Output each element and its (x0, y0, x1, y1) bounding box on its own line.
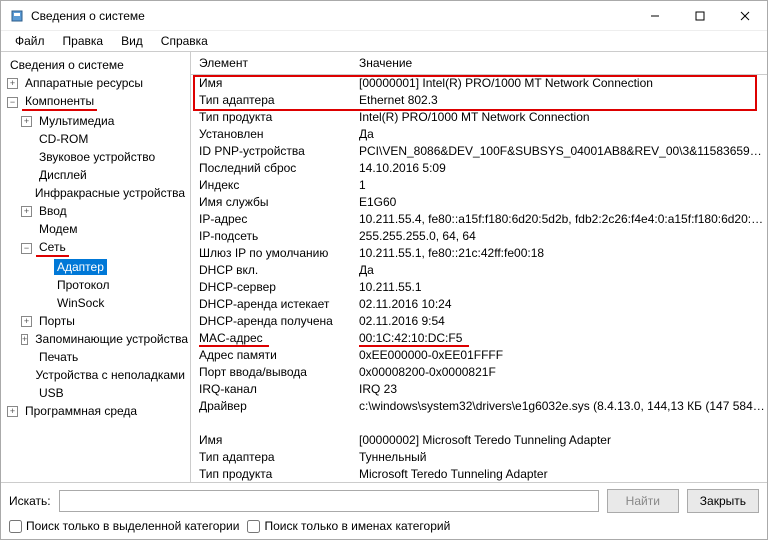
table-row[interactable]: Драйверc:\windows\system32\drivers\e1g60… (191, 398, 767, 415)
table-row[interactable]: УстановленДа (191, 126, 767, 143)
tree-modem[interactable]: Модем (3, 220, 188, 238)
tree-multimedia[interactable]: +Мультимедиа (3, 112, 188, 130)
collapse-icon[interactable]: − (7, 97, 18, 108)
tree-network[interactable]: −Сеть (3, 238, 188, 258)
tree-cdrom[interactable]: CD-ROM (3, 130, 188, 148)
tree-hardware[interactable]: +Аппаратные ресурсы (3, 74, 188, 92)
table-row[interactable]: DHCP-сервер10.211.55.1 (191, 279, 767, 296)
tree-adapter[interactable]: Адаптер (3, 258, 188, 276)
tree-sound[interactable]: Звуковое устройство (3, 148, 188, 166)
table-row[interactable]: Тип продуктаIntel(R) PRO/1000 MT Network… (191, 109, 767, 126)
tree-infrared[interactable]: Инфракрасные устройства (3, 184, 188, 202)
expand-icon[interactable]: + (21, 116, 32, 127)
table-row[interactable]: IP-подсеть255.255.255.0, 64, 64 (191, 228, 767, 245)
window-title: Сведения о системе (31, 9, 632, 23)
table-row[interactable]: DHCP-аренда истекает02.11.2016 10:24 (191, 296, 767, 313)
column-element[interactable]: Элемент (191, 52, 351, 74)
maximize-button[interactable] (677, 1, 722, 30)
expand-icon[interactable]: + (21, 206, 32, 217)
table-row[interactable]: IP-адрес10.211.55.4, fe80::a15f:f180:6d2… (191, 211, 767, 228)
tree-protocol[interactable]: Протокол (3, 276, 188, 294)
table-row[interactable]: Имя[00000001] Intel(R) PRO/1000 MT Netwo… (191, 75, 767, 92)
tree-components[interactable]: −Компоненты (3, 92, 188, 112)
table-row[interactable]: Тип продуктаMicrosoft Teredo Tunneling A… (191, 466, 767, 482)
table-row[interactable]: ID PNP-устройстваPCI\VEN_8086&DEV_100F&S… (191, 143, 767, 160)
table-row[interactable]: Шлюз IP по умолчанию10.211.55.1, fe80::2… (191, 245, 767, 262)
table-row[interactable]: Тип адаптераEthernet 802.3 (191, 92, 767, 109)
table-row[interactable]: IRQ-каналIRQ 23 (191, 381, 767, 398)
table-row[interactable] (191, 415, 767, 432)
table-row[interactable]: Имя[00000002] Microsoft Teredo Tunneling… (191, 432, 767, 449)
table-row[interactable]: Индекс1 (191, 177, 767, 194)
tree-software[interactable]: +Программная среда (3, 402, 188, 420)
tree-ports[interactable]: +Порты (3, 312, 188, 330)
close-footer-button[interactable]: Закрыть (687, 489, 759, 513)
table-header: Элемент Значение (191, 52, 767, 75)
checkbox-selected-category[interactable]: Поиск только в выделенной категории (9, 519, 239, 533)
search-label: Искать: (9, 494, 51, 508)
menu-view[interactable]: Вид (113, 32, 151, 50)
tree-usb[interactable]: USB (3, 384, 188, 402)
checkbox-names-only[interactable]: Поиск только в именах категорий (247, 519, 450, 533)
column-value[interactable]: Значение (351, 52, 767, 74)
expand-icon[interactable]: + (7, 78, 18, 89)
menu-file[interactable]: Файл (7, 32, 53, 50)
expand-icon[interactable]: + (21, 316, 32, 327)
tree-storage[interactable]: +Запоминающие устройства (3, 330, 188, 348)
table-row[interactable]: Тип адаптераТуннельный (191, 449, 767, 466)
tree-printing[interactable]: Печать (3, 348, 188, 366)
app-icon (9, 8, 25, 24)
table-row[interactable]: Последний сброс14.10.2016 5:09 (191, 160, 767, 177)
close-button[interactable] (722, 1, 767, 30)
tree-root[interactable]: Сведения о системе (3, 56, 188, 74)
table-row[interactable]: DHCP вкл.Да (191, 262, 767, 279)
collapse-icon[interactable]: − (21, 243, 32, 254)
tree-problem[interactable]: Устройства с неполадками (3, 366, 188, 384)
tree-input[interactable]: +Ввод (3, 202, 188, 220)
expand-icon[interactable]: + (7, 406, 18, 417)
menu-edit[interactable]: Правка (55, 32, 112, 50)
menu-help[interactable]: Справка (153, 32, 216, 50)
minimize-button[interactable] (632, 1, 677, 30)
table-row[interactable]: DHCP-аренда получена02.11.2016 9:54 (191, 313, 767, 330)
find-button[interactable]: Найти (607, 489, 679, 513)
expand-icon[interactable]: + (21, 334, 28, 345)
table-row[interactable]: Адрес памяти0xEE000000-0xEE01FFFF (191, 347, 767, 364)
tree-display[interactable]: Дисплей (3, 166, 188, 184)
table-row[interactable]: MAC-адрес00:1C:42:10:DC:F5 (191, 330, 767, 347)
table-row[interactable]: Порт ввода/вывода0x00008200-0x0000821F (191, 364, 767, 381)
tree-winsock[interactable]: WinSock (3, 294, 188, 312)
search-input[interactable] (59, 490, 599, 512)
table-row[interactable]: Имя службыE1G60 (191, 194, 767, 211)
tree-view[interactable]: Сведения о системе +Аппаратные ресурсы −… (1, 52, 191, 482)
table-body[interactable]: Имя[00000001] Intel(R) PRO/1000 MT Netwo… (191, 75, 767, 482)
